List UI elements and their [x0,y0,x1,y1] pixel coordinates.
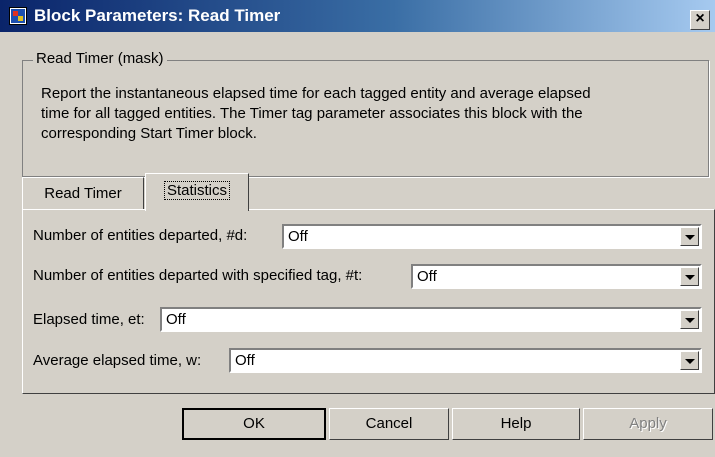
close-button[interactable]: × [690,10,710,30]
description-line: time for all tagged entities. The Timer … [41,105,583,122]
tab-label: Read Timer [44,185,122,202]
chevron-down-icon[interactable] [680,310,699,329]
tab-read-timer[interactable]: Read Timer [22,177,144,209]
tab-label: Statistics [163,181,230,200]
elapsed-time-select[interactable]: Off [160,307,702,332]
departed-count-label: Number of entities departed, #d: [33,227,248,244]
departed-tag-count-select[interactable]: Off [411,264,702,289]
block-icon [9,7,27,25]
chevron-down-icon[interactable] [680,267,699,286]
help-button[interactable]: Help [452,408,580,440]
apply-button[interactable]: Apply [583,408,713,440]
select-value: Off [288,228,308,245]
chevron-down-icon[interactable] [680,351,699,370]
select-value: Off [417,268,437,285]
cancel-button[interactable]: Cancel [329,408,449,440]
departed-count-select[interactable]: Off [282,224,702,249]
departed-tag-count-label: Number of entities departed with specifi… [33,267,363,284]
ok-button[interactable]: OK [182,408,326,440]
average-elapsed-time-select[interactable]: Off [229,348,702,373]
title-bar[interactable]: Block Parameters: Read Timer [0,0,715,32]
description-line: Report the instantaneous elapsed time fo… [41,85,591,102]
select-value: Off [235,352,255,369]
mask-legend: Read Timer (mask) [33,50,167,67]
description-line: corresponding Start Timer block. [41,125,257,142]
block-parameters-dialog: Block Parameters: Read Timer × Read Time… [0,0,715,457]
window-title: Block Parameters: Read Timer [34,6,281,25]
tab-statistics[interactable]: Statistics [145,173,249,211]
mask-description: Report the instantaneous elapsed time fo… [41,84,701,144]
average-elapsed-time-label: Average elapsed time, w: [33,352,202,369]
select-value: Off [166,311,186,328]
chevron-down-icon[interactable] [680,227,699,246]
elapsed-time-label: Elapsed time, et: [33,311,145,328]
